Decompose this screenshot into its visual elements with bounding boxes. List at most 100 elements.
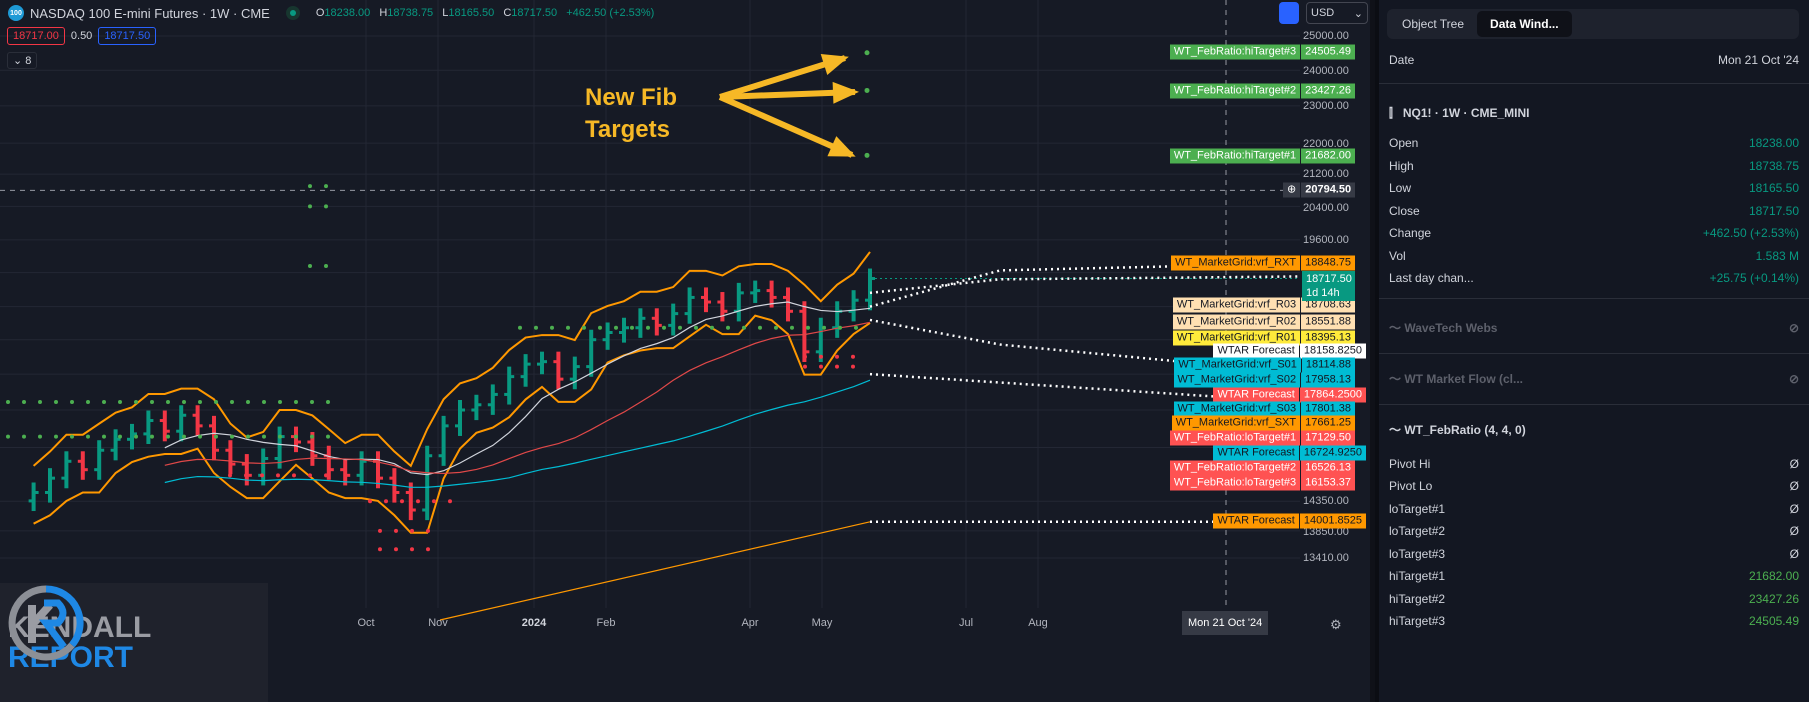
green-level-dot xyxy=(86,400,90,405)
green-level-dot xyxy=(710,325,714,330)
red-level-dot xyxy=(803,364,807,369)
settings-icon[interactable]: ⚙ xyxy=(1330,617,1342,633)
data-window-panel: Object Tree Data Wind... Date Mon 21 Oct … xyxy=(1375,0,1809,702)
green-level-dot xyxy=(308,263,312,268)
sync-button[interactable] xyxy=(1279,2,1299,24)
green-level-dot xyxy=(214,434,218,439)
red-level-dot xyxy=(400,499,404,504)
hidden-eye-icon[interactable]: ⊘ xyxy=(1789,321,1799,335)
green-level-dot xyxy=(150,434,154,439)
price-label: WT_MarketGrid:vrf_R02 18551.88 xyxy=(1172,314,1355,330)
hidden-eye-icon[interactable]: ⊘ xyxy=(1789,372,1799,386)
red-level-dot xyxy=(378,547,382,552)
indicator-wt-market-flow[interactable]: 〜 WT Market Flow (cl... ⊘ xyxy=(1379,358,1809,400)
red-level-dot xyxy=(819,354,823,359)
price-label-name: WT_FebRatio:loTarget#1 xyxy=(1169,430,1301,446)
row-label: High xyxy=(1389,158,1414,173)
green-level-dot xyxy=(198,434,202,439)
time-tick: Nov xyxy=(428,617,448,629)
green-level-dot xyxy=(86,434,90,439)
red-level-dot xyxy=(835,364,839,369)
row-label: Close xyxy=(1389,203,1420,218)
row-value: +462.50 (+2.53%) xyxy=(1702,226,1799,241)
green-level-dot xyxy=(614,325,618,330)
ma-cyan xyxy=(164,379,871,488)
price-label-name: WTAR Forecast xyxy=(1213,513,1299,529)
chevron-down-icon: ⌄ xyxy=(13,55,26,67)
tab-data-window[interactable]: Data Wind... xyxy=(1477,11,1572,37)
ohlc-readout: O18238.00 H18738.75 L18165.50 C18717.50 … xyxy=(315,7,655,19)
red-level-dot xyxy=(803,354,807,359)
red-level-dot xyxy=(448,499,452,504)
row-label: loTarget#2 xyxy=(1389,524,1446,539)
indicator-icon: 〜 xyxy=(1389,321,1405,335)
chart-area[interactable]: 100 NASDAQ 100 E-mini Futures · 1W · CME… xyxy=(0,0,1370,702)
price-label-name: WT_MarketGrid:vrf_R02 xyxy=(1172,314,1301,330)
red-level-dot xyxy=(426,528,430,533)
indicator-wavetech-webs[interactable]: 〜 WaveTech Webs ⊘ xyxy=(1379,307,1809,349)
green-level-dot xyxy=(118,434,122,439)
row-label: Change xyxy=(1389,226,1432,241)
price-label-value: 17661.25 xyxy=(1301,415,1355,431)
last-price-label: 18717.50 1d 14h xyxy=(1302,271,1355,301)
row-label: Open xyxy=(1389,136,1419,151)
price-label-value: 16724.9250 xyxy=(1299,445,1366,461)
currency-select[interactable]: USD ⌄ xyxy=(1306,2,1368,24)
row-label: hiTarget#2 xyxy=(1389,591,1446,606)
green-level-dot xyxy=(742,325,746,330)
ma-white xyxy=(164,301,871,476)
row-value: 23427.26 xyxy=(1748,591,1799,606)
price-label-value: 17801.38 xyxy=(1301,401,1355,417)
data-row: Open 18238.00 xyxy=(1379,132,1809,155)
plus-icon[interactable]: ⊕ xyxy=(1283,182,1301,198)
row-value: 18717.50 xyxy=(1748,203,1799,218)
price-label: WT_MarketGrid:vrf_S02 17958.13 xyxy=(1173,372,1355,388)
price-label: WTAR Forecast 18158.8250 xyxy=(1213,343,1366,359)
fib-target-dot xyxy=(864,87,870,93)
red-level-dot xyxy=(819,364,823,369)
price-label-name: WT_MarketGrid:vrf_S01 xyxy=(1174,357,1301,373)
symbol-title[interactable]: NASDAQ 100 E-mini Futures · 1W · CME xyxy=(30,6,270,21)
red-level-dot xyxy=(851,354,855,359)
date-value: Mon 21 Oct '24 xyxy=(1718,53,1799,67)
sell-price-button[interactable]: 18717.00 xyxy=(7,27,65,45)
kendall-report-logo: KENDALL REPORT xyxy=(0,583,268,702)
red-level-dot xyxy=(292,473,296,478)
price-label-value: 17864.2500 xyxy=(1299,387,1366,403)
indicators-toggle[interactable]: ⌄ 8 xyxy=(7,52,38,69)
price-label-name: WT_FebRatio:hiTarget#3 xyxy=(1169,44,1301,60)
price-label-value: 18551.88 xyxy=(1301,314,1355,330)
price-tick: 24000.00 xyxy=(1303,65,1349,77)
row-label: Low xyxy=(1389,181,1412,196)
red-level-dot xyxy=(244,473,248,478)
row-value: Ø xyxy=(1789,456,1799,471)
lower-band xyxy=(33,314,871,534)
green-level-dot xyxy=(54,400,58,405)
indicator-wt-febratio[interactable]: 〜 WT_FebRatio (4, 4, 0) xyxy=(1379,409,1809,451)
price-tick: 23000.00 xyxy=(1303,100,1349,112)
row-value: 18238.00 xyxy=(1748,136,1799,151)
price-tick: 25000.00 xyxy=(1303,30,1349,42)
row-label: hiTarget#3 xyxy=(1389,614,1446,629)
green-level-dot xyxy=(294,434,298,439)
red-level-dot xyxy=(851,364,855,369)
red-level-dot xyxy=(260,473,264,478)
green-level-dot xyxy=(630,325,634,330)
buy-price-button[interactable]: 18717.50 xyxy=(98,27,157,45)
price-tick: 19600.00 xyxy=(1303,234,1349,246)
data-row: loTarget#2 Ø xyxy=(1379,520,1809,543)
tab-object-tree[interactable]: Object Tree xyxy=(1389,11,1477,37)
row-label: Pivot Hi xyxy=(1389,456,1431,471)
row-value: Ø xyxy=(1789,524,1799,539)
green-level-dot xyxy=(308,204,312,209)
data-row: High 18738.75 xyxy=(1379,155,1809,178)
green-level-dot xyxy=(182,400,186,405)
row-label: hiTarget#1 xyxy=(1389,569,1446,584)
price-label-name: WTAR Forecast xyxy=(1213,445,1299,461)
time-tick: Jul xyxy=(958,617,974,629)
price-label: WT_FebRatio:hiTarget#1 21682.00 xyxy=(1169,148,1355,164)
green-level-dot xyxy=(758,325,762,330)
red-level-dot xyxy=(384,499,388,504)
price-label-name: WT_MarketGrid:vrf_R03 xyxy=(1172,297,1301,313)
green-level-dot xyxy=(324,204,328,209)
